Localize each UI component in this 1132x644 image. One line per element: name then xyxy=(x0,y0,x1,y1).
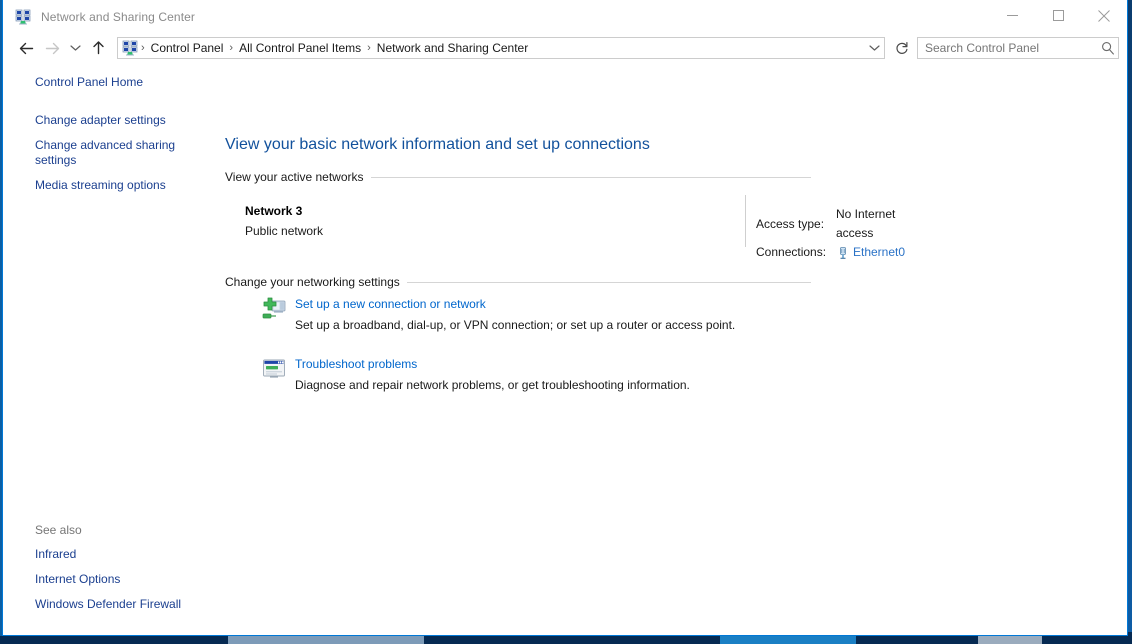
minimize-button[interactable] xyxy=(989,0,1035,31)
vertical-divider xyxy=(745,195,746,247)
see-also-item-internet-options[interactable]: Internet Options xyxy=(35,572,187,587)
section-title-active-networks: View your active networks xyxy=(225,170,364,184)
task-description: Set up a broadband, dial-up, or VPN conn… xyxy=(295,318,736,332)
breadcrumb-network-icon xyxy=(122,40,138,56)
breadcrumb-all-control-panel-items[interactable]: All Control Panel Items xyxy=(234,41,366,55)
network-type: Public network xyxy=(245,224,324,238)
search-icon[interactable] xyxy=(1098,38,1118,58)
detail-row-access-type: Access type: No Internet access xyxy=(756,205,905,243)
task-set-up-new-connection[interactable]: Set up a new connection or network Set u… xyxy=(261,295,821,334)
up-button[interactable] xyxy=(85,35,111,61)
section-header-active-networks: View your active networks xyxy=(225,170,811,184)
detail-row-connections: Connections: Ethernet0 xyxy=(756,243,905,262)
breadcrumb-control-panel[interactable]: Control Panel xyxy=(146,41,229,55)
forward-button[interactable] xyxy=(39,35,65,61)
section-header-change-settings: Change your networking settings xyxy=(225,275,811,289)
network-details: Access type: No Internet access Connecti… xyxy=(756,205,905,262)
access-type-value: No Internet access xyxy=(836,207,896,240)
sidebar: Control Panel Home Change adapter settin… xyxy=(3,63,217,634)
see-also-title: See also xyxy=(35,523,82,537)
control-panel-window: Network and Sharing Center › Control Pan… xyxy=(2,0,1128,636)
task-description: Diagnose and repair network problems, or… xyxy=(295,378,690,392)
network-sharing-center-icon xyxy=(15,9,31,25)
sidebar-task-links: Change adapter settings Change advanced … xyxy=(35,113,217,193)
address-bar[interactable]: › Control Panel › All Control Panel Item… xyxy=(117,37,885,59)
section-title-change-settings: Change your networking settings xyxy=(225,275,400,289)
page-title: View your basic network information and … xyxy=(225,136,650,153)
connection-link-ethernet0[interactable]: Ethernet0 xyxy=(853,243,905,262)
search-input[interactable]: Search Control Panel xyxy=(925,41,1098,55)
address-dropdown-chevron-down-icon[interactable] xyxy=(864,38,884,58)
window-content: Control Panel Home Change adapter settin… xyxy=(3,63,1127,634)
navigation-bar: › Control Panel › All Control Panel Item… xyxy=(3,33,1127,63)
network-name: Network 3 xyxy=(245,204,303,218)
new-connection-icon xyxy=(261,296,287,322)
task-text-block: Set up a new connection or network Set u… xyxy=(295,295,735,334)
access-type-label: Access type: xyxy=(756,216,825,231)
troubleshoot-icon xyxy=(261,356,287,382)
section-rule xyxy=(406,281,811,283)
task-troubleshoot-problems[interactable]: Troubleshoot problems Diagnose and repai… xyxy=(261,355,821,394)
connections-label: Connections: xyxy=(756,245,827,259)
active-network-entry: Network 3 Public network Access type: No… xyxy=(245,195,905,259)
main-panel: View your basic network information and … xyxy=(217,63,1127,634)
maximize-button[interactable] xyxy=(1035,0,1081,31)
close-button[interactable] xyxy=(1081,0,1127,31)
refresh-icon[interactable] xyxy=(891,37,913,59)
ethernet-adapter-icon xyxy=(836,246,850,260)
see-also-section: See also Infrared Internet Options Windo… xyxy=(35,523,205,612)
sidebar-item-media-streaming-options[interactable]: Media streaming options xyxy=(35,178,187,193)
link-troubleshoot-problems[interactable]: Troubleshoot problems xyxy=(295,356,417,373)
sidebar-item-change-advanced-sharing-settings[interactable]: Change advanced sharing settings xyxy=(35,138,187,168)
window-title: Network and Sharing Center xyxy=(41,9,196,24)
window-controls xyxy=(989,0,1127,31)
task-text-block: Troubleshoot problems Diagnose and repai… xyxy=(295,355,690,394)
recent-locations-chevron-down-icon[interactable] xyxy=(65,35,85,61)
sidebar-item-change-adapter-settings[interactable]: Change adapter settings xyxy=(35,113,187,128)
see-also-item-infrared[interactable]: Infrared xyxy=(35,547,187,562)
sidebar-top-links: Control Panel Home Change adapter settin… xyxy=(3,75,217,193)
search-box[interactable]: Search Control Panel xyxy=(917,37,1119,59)
breadcrumb-network-and-sharing-center[interactable]: Network and Sharing Center xyxy=(372,41,533,55)
title-bar[interactable]: Network and Sharing Center xyxy=(3,0,1127,33)
back-button[interactable] xyxy=(13,35,39,61)
networking-task-list: Set up a new connection or network Set u… xyxy=(261,295,821,415)
link-set-up-new-connection[interactable]: Set up a new connection or network xyxy=(295,296,486,313)
sidebar-item-control-panel-home[interactable]: Control Panel Home xyxy=(35,75,187,90)
section-rule xyxy=(370,176,811,178)
see-also-item-windows-defender-firewall[interactable]: Windows Defender Firewall xyxy=(35,597,187,612)
